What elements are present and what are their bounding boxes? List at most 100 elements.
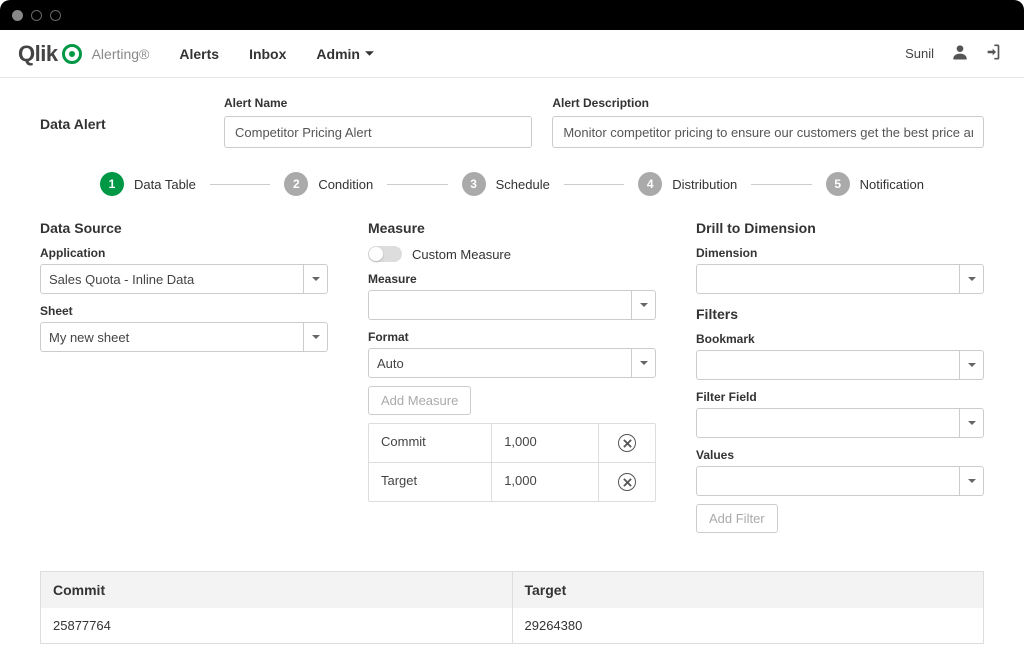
chevron-down-icon bbox=[303, 265, 327, 293]
filterfield-select[interactable] bbox=[696, 408, 984, 438]
nav-admin[interactable]: Admin bbox=[316, 46, 375, 62]
measure-row-delete[interactable] bbox=[599, 463, 655, 501]
step-3-label: Schedule bbox=[496, 177, 550, 192]
chevron-down-icon bbox=[303, 323, 327, 351]
main-nav: Alerts Inbox Admin bbox=[179, 46, 375, 62]
step-notification[interactable]: 5 Notification bbox=[826, 172, 924, 196]
preview-cell-target: 29264380 bbox=[513, 608, 984, 643]
step-data-table[interactable]: 1 Data Table bbox=[100, 172, 196, 196]
preview-table: Commit Target 25877764 29264380 bbox=[40, 571, 984, 644]
chrome-min-dot[interactable] bbox=[31, 10, 42, 21]
col-measure: Measure Custom Measure Measure Format Au… bbox=[368, 220, 656, 541]
dimension-label: Dimension bbox=[696, 246, 984, 260]
chevron-down-icon bbox=[959, 409, 983, 437]
close-icon bbox=[618, 434, 636, 452]
measure-row-value: 1,000 bbox=[492, 463, 599, 501]
alert-header: Data Alert Alert Name Alert Description bbox=[40, 96, 984, 148]
preview-header-commit: Commit bbox=[41, 572, 513, 608]
format-select[interactable]: Auto bbox=[368, 348, 656, 378]
logo-mark-icon bbox=[62, 44, 82, 64]
chevron-down-icon bbox=[959, 467, 983, 495]
preview-header-target: Target bbox=[513, 572, 984, 608]
step-4-circle: 4 bbox=[638, 172, 662, 196]
bookmark-label: Bookmark bbox=[696, 332, 984, 346]
step-line bbox=[387, 184, 447, 185]
step-4-label: Distribution bbox=[672, 177, 737, 192]
logo-text: Qlik bbox=[18, 41, 58, 67]
custom-measure-label: Custom Measure bbox=[412, 247, 511, 262]
step-2-circle: 2 bbox=[284, 172, 308, 196]
step-1-circle: 1 bbox=[100, 172, 124, 196]
filters-title: Filters bbox=[696, 306, 984, 322]
dimension-select[interactable] bbox=[696, 264, 984, 294]
bookmark-select[interactable] bbox=[696, 350, 984, 380]
measure-table: Commit 1,000 Target 1,000 bbox=[368, 423, 656, 502]
application-value: Sales Quota - Inline Data bbox=[49, 272, 194, 287]
measure-row-name: Commit bbox=[369, 424, 492, 462]
logo[interactable]: Qlik bbox=[18, 41, 82, 67]
alert-desc-input[interactable] bbox=[552, 116, 984, 148]
columns: Data Source Application Sales Quota - In… bbox=[40, 220, 984, 541]
chevron-down-icon bbox=[959, 351, 983, 379]
step-line bbox=[210, 184, 270, 185]
chevron-down-icon bbox=[959, 265, 983, 293]
alert-type-label: Data Alert bbox=[40, 96, 200, 132]
measure-row-value: 1,000 bbox=[492, 424, 599, 462]
application-select[interactable]: Sales Quota - Inline Data bbox=[40, 264, 328, 294]
chevron-down-icon bbox=[631, 291, 655, 319]
nav-admin-label: Admin bbox=[316, 46, 360, 62]
sheet-value: My new sheet bbox=[49, 330, 129, 345]
step-1-label: Data Table bbox=[134, 177, 196, 192]
chevron-down-icon bbox=[631, 349, 655, 377]
step-line bbox=[751, 184, 811, 185]
measure-label: Measure bbox=[368, 272, 656, 286]
user-name: Sunil bbox=[905, 46, 934, 61]
add-filter-button[interactable]: Add Filter bbox=[696, 504, 778, 533]
topbar: Qlik Alerting® Alerts Inbox Admin Sunil bbox=[0, 30, 1024, 78]
add-measure-button[interactable]: Add Measure bbox=[368, 386, 471, 415]
datasource-title: Data Source bbox=[40, 220, 328, 236]
chrome-max-dot[interactable] bbox=[50, 10, 61, 21]
step-5-label: Notification bbox=[860, 177, 924, 192]
product-name: Alerting® bbox=[92, 46, 150, 62]
window-chrome bbox=[0, 0, 1024, 30]
nav-inbox[interactable]: Inbox bbox=[249, 46, 286, 62]
step-2-label: Condition bbox=[318, 177, 373, 192]
custom-measure-toggle[interactable] bbox=[368, 246, 402, 262]
user-icon[interactable] bbox=[950, 42, 970, 65]
step-line bbox=[564, 184, 624, 185]
alert-name-label: Alert Name bbox=[224, 96, 532, 110]
sheet-select[interactable]: My new sheet bbox=[40, 322, 328, 352]
alert-desc-label: Alert Description bbox=[552, 96, 984, 110]
preview-cell-commit: 25877764 bbox=[41, 608, 513, 643]
measure-row: Target 1,000 bbox=[369, 463, 655, 501]
drill-title: Drill to Dimension bbox=[696, 220, 984, 236]
step-3-circle: 3 bbox=[462, 172, 486, 196]
measure-row-delete[interactable] bbox=[599, 424, 655, 462]
application-label: Application bbox=[40, 246, 328, 260]
close-icon bbox=[618, 473, 636, 491]
content: Data Alert Alert Name Alert Description … bbox=[0, 78, 1024, 662]
sheet-label: Sheet bbox=[40, 304, 328, 318]
values-select[interactable] bbox=[696, 466, 984, 496]
step-schedule[interactable]: 3 Schedule bbox=[462, 172, 550, 196]
chevron-down-icon bbox=[364, 46, 375, 62]
user-area: Sunil bbox=[905, 42, 1006, 65]
format-label: Format bbox=[368, 330, 656, 344]
filterfield-label: Filter Field bbox=[696, 390, 984, 404]
col-drill: Drill to Dimension Dimension Filters Boo… bbox=[696, 220, 984, 541]
col-datasource: Data Source Application Sales Quota - In… bbox=[40, 220, 328, 541]
alert-name-input[interactable] bbox=[224, 116, 532, 148]
measure-row: Commit 1,000 bbox=[369, 424, 655, 463]
step-distribution[interactable]: 4 Distribution bbox=[638, 172, 737, 196]
nav-alerts[interactable]: Alerts bbox=[179, 46, 219, 62]
values-label: Values bbox=[696, 448, 984, 462]
measure-title: Measure bbox=[368, 220, 656, 236]
stepper: 1 Data Table 2 Condition 3 Schedule 4 Di… bbox=[40, 172, 984, 196]
logout-icon[interactable] bbox=[986, 42, 1006, 65]
chrome-close-dot[interactable] bbox=[12, 10, 23, 21]
measure-select[interactable] bbox=[368, 290, 656, 320]
format-value: Auto bbox=[377, 356, 404, 371]
step-condition[interactable]: 2 Condition bbox=[284, 172, 373, 196]
measure-row-name: Target bbox=[369, 463, 492, 501]
